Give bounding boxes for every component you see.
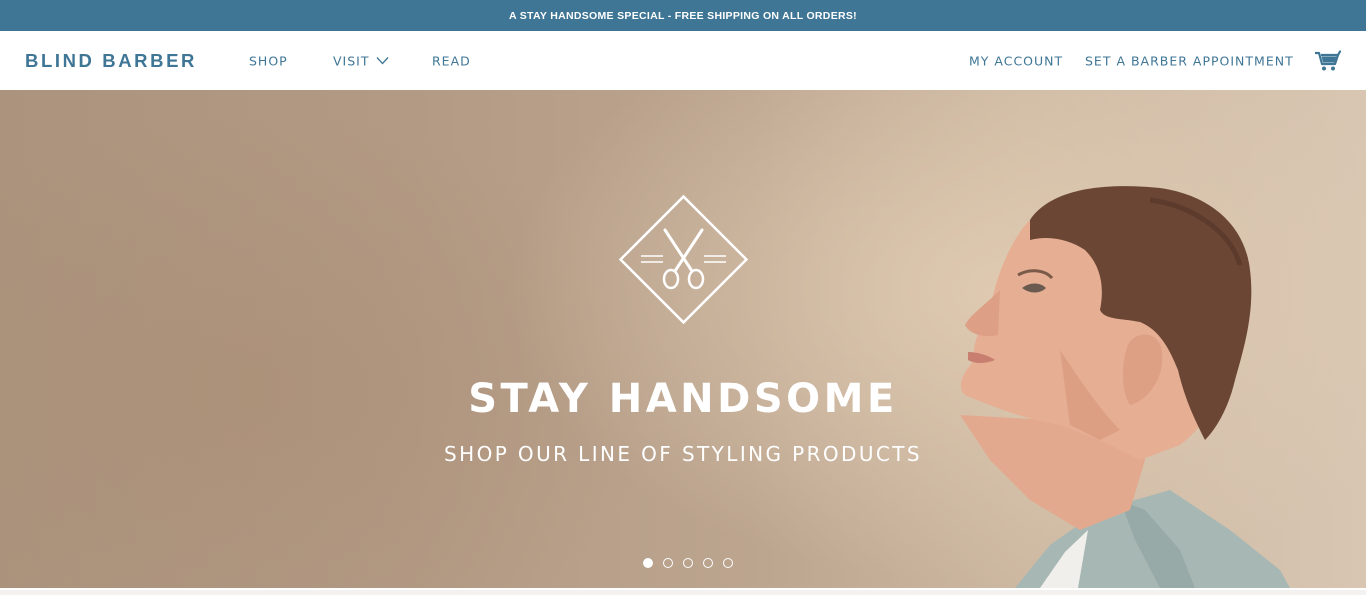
nav-read-label: READ <box>432 53 471 68</box>
slider-dot-3[interactable] <box>683 558 693 568</box>
slider-dot-2[interactable] <box>663 558 673 568</box>
main-navigation: BLIND BARBER SHOP VISIT READ MY ACCOUNT … <box>0 31 1366 90</box>
hero-model-image <box>960 186 1290 588</box>
cart-icon[interactable] <box>1314 49 1342 73</box>
hero-subtitle[interactable]: SHOP OUR LINE OF STYLING PRODUCTS <box>0 442 1366 466</box>
promo-text: A STAY HANDSOME SPECIAL - FREE SHIPPING … <box>509 9 857 22</box>
site-logo[interactable]: BLIND BARBER <box>25 50 197 72</box>
content-divider <box>0 588 1366 595</box>
nav-visit-label: VISIT <box>333 53 370 68</box>
slider-dot-5[interactable] <box>723 558 733 568</box>
set-appointment-label: SET A BARBER APPOINTMENT <box>1085 53 1294 68</box>
hero-title: STAY HANDSOME <box>468 376 898 422</box>
set-appointment-link[interactable]: SET A BARBER APPOINTMENT <box>1085 53 1294 68</box>
hero-slider[interactable]: STAY HANDSOME SHOP OUR LINE OF STYLING P… <box>0 90 1366 588</box>
nav-shop-label: SHOP <box>249 53 288 68</box>
my-account-link[interactable]: MY ACCOUNT <box>969 53 1063 68</box>
slider-pagination <box>643 558 733 568</box>
promo-banner: A STAY HANDSOME SPECIAL - FREE SHIPPING … <box>0 0 1366 31</box>
slider-dot-1[interactable] <box>643 558 653 568</box>
nav-shop[interactable]: SHOP <box>249 53 288 68</box>
nav-visit[interactable]: VISIT <box>333 53 389 68</box>
slider-dot-4[interactable] <box>703 558 713 568</box>
my-account-label: MY ACCOUNT <box>969 53 1064 68</box>
scissors-diamond-emblem-icon <box>618 194 749 325</box>
nav-read[interactable]: READ <box>432 53 471 68</box>
chevron-down-icon <box>376 57 388 65</box>
